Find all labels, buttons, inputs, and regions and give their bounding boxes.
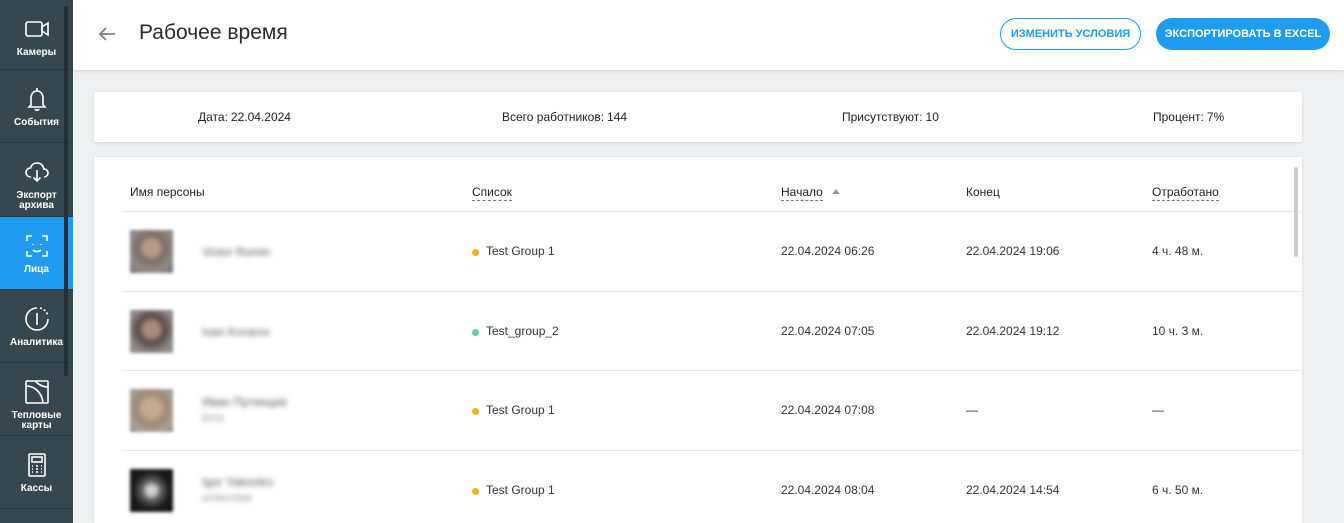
- avatar: [130, 389, 173, 432]
- worktime-table: Имя персоны Список Начало Конец Отработа…: [94, 157, 1302, 523]
- list-name: Test Group 1: [486, 483, 555, 497]
- end-time: 22.04.2024 14:54: [966, 483, 1060, 497]
- avatar: [130, 310, 173, 353]
- list-name: Test Group 1: [486, 403, 555, 417]
- heatmap-icon: [24, 380, 49, 404]
- list-name: Test Group 1: [486, 244, 555, 258]
- summary-card: Дата: 22.04.2024 Всего работников: 144 При…: [94, 92, 1302, 142]
- cloud-download-icon: [24, 162, 49, 183]
- worked-time: 4 ч. 48 м.: [1152, 244, 1204, 258]
- sidebar-item-cameras[interactable]: Камеры: [0, 0, 73, 70]
- sidebar-item-label: Кассы: [20, 483, 53, 494]
- person-name: Victor Rumin: [202, 245, 271, 259]
- summary-date-label: Дата:: [198, 110, 228, 124]
- column-header-list[interactable]: Список: [472, 185, 512, 201]
- analytics-icon: [24, 307, 49, 331]
- end-time: 22.04.2024 19:12: [966, 324, 1060, 338]
- table-scrollbar[interactable]: [1294, 167, 1298, 257]
- sidebar-item-label: Экспорт архива: [16, 190, 57, 211]
- summary-total-label: Всего работников:: [502, 110, 605, 124]
- person-name: Ivan Korarov: [202, 325, 271, 339]
- list-color-dot: [472, 488, 479, 495]
- sidebar-scrollbar[interactable]: [64, 6, 68, 376]
- list-name: Test_group_2: [486, 324, 559, 338]
- summary-date: Дата: 22.04.2024: [198, 110, 291, 124]
- camera-icon: [24, 21, 49, 37]
- start-time: 22.04.2024 07:08: [781, 403, 875, 417]
- summary-present: Присутствуют: 10: [842, 110, 939, 124]
- summary-percent: Процент: 7%: [1153, 110, 1224, 124]
- start-time: 22.04.2024 06:26: [781, 244, 875, 258]
- sidebar-item-label: Аналитика: [10, 337, 63, 348]
- export-excel-button[interactable]: ЭКСПОРТИРОВАТЬ В EXCEL: [1156, 18, 1330, 50]
- sidebar-item-label: События: [14, 117, 59, 128]
- start-time: 22.04.2024 08:04: [781, 483, 875, 497]
- cash-register-icon: [27, 453, 46, 477]
- face-scan-icon: [25, 235, 48, 257]
- sidebar-item-analytics[interactable]: Аналитика: [0, 290, 73, 363]
- worked-time: 10 ч. 3 м.: [1152, 324, 1204, 338]
- avatar: [130, 230, 173, 273]
- sidebar-item-label: Камеры: [16, 47, 57, 58]
- list-color-dot: [472, 329, 479, 336]
- table-row[interactable]: Victor Rumin Test Group 1 22.04.2024 06:…: [122, 211, 1301, 290]
- summary-present-label: Присутствуют:: [842, 110, 923, 124]
- sidebar-item-label: Лица: [24, 264, 49, 275]
- sort-ascending-icon[interactable]: [832, 189, 840, 194]
- worked-time: 6 ч. 50 м.: [1152, 483, 1204, 497]
- summary-total-value: 144: [607, 110, 628, 124]
- summary-total: Всего работников: 144: [502, 110, 627, 124]
- table-row[interactable]: Igor Yakovlev workerdept Test Group 1 22…: [122, 450, 1301, 523]
- sidebar-item-events[interactable]: События: [0, 70, 73, 143]
- column-header-end: Конец: [966, 185, 1000, 199]
- worked-time: —: [1152, 403, 1164, 417]
- column-header-start[interactable]: Начало: [781, 185, 823, 201]
- person-name: Иван Путинцев: [202, 395, 287, 409]
- summary-date-value: 22.04.2024: [230, 110, 291, 124]
- list-color-dot: [472, 408, 479, 415]
- summary-percent-value: 7%: [1206, 110, 1225, 124]
- sidebar-item-heatmaps[interactable]: Тепловые карты: [0, 363, 73, 436]
- person-subtitle: workerdept: [202, 493, 252, 504]
- summary-percent-label: Процент:: [1153, 110, 1204, 124]
- end-time: 22.04.2024 19:06: [966, 244, 1060, 258]
- person-name: Igor Yakovlev: [202, 475, 274, 489]
- sidebar-item-cash-registers[interactable]: Кассы: [0, 436, 73, 509]
- column-header-name: Имя персоны: [130, 185, 205, 199]
- page-title: Рабочее время: [139, 21, 288, 44]
- end-time: —: [966, 403, 978, 417]
- avatar: [130, 469, 173, 512]
- sidebar-item-faces[interactable]: Лица: [0, 217, 73, 290]
- person-subtitle: Бета: [202, 413, 224, 424]
- table-row[interactable]: Иван Путинцев Бета Test Group 1 22.04.20…: [122, 370, 1301, 449]
- sidebar-item-archive-export[interactable]: Экспорт архива: [0, 143, 73, 217]
- bell-icon: [26, 88, 47, 111]
- list-color-dot: [472, 249, 479, 256]
- column-header-worked[interactable]: Отработано: [1152, 185, 1219, 201]
- summary-present-value: 10: [925, 110, 939, 124]
- table-row[interactable]: Ivan Korarov Test_group_2 22.04.2024 07:…: [122, 291, 1301, 370]
- back-arrow-icon[interactable]: [95, 22, 119, 46]
- topbar: Рабочее время ИЗМЕНИТЬ УСЛОВИЯ ЭКСПОРТИР…: [73, 0, 1344, 70]
- start-time: 22.04.2024 07:05: [781, 324, 875, 338]
- change-conditions-button[interactable]: ИЗМЕНИТЬ УСЛОВИЯ: [1000, 18, 1141, 50]
- sidebar-item-label: Тепловые карты: [11, 410, 62, 431]
- sidebar: Камеры События Экспорт архива Лица Аналит…: [0, 0, 73, 523]
